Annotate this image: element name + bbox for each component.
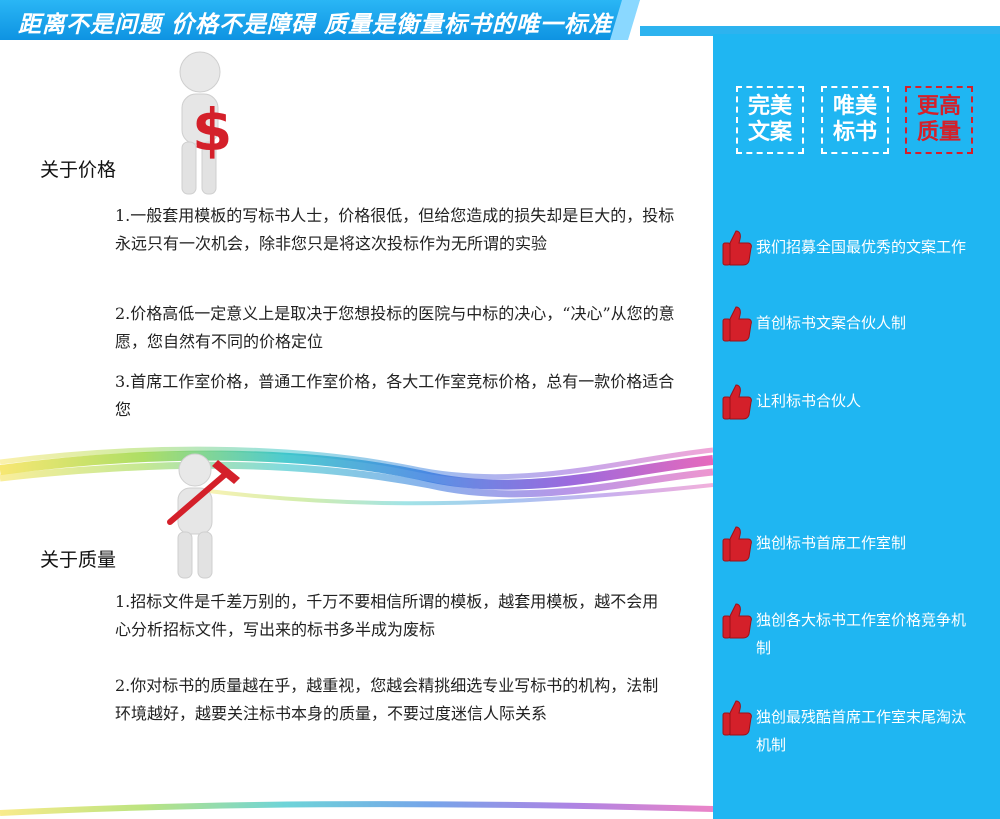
feature-text: 让利标书合伙人 <box>756 392 862 410</box>
price-section-title: 关于价格 <box>40 159 117 181</box>
feature-item: 独创各大标书工作室价格竞争机制 <box>722 603 968 662</box>
slogan-box-higher-quality: 更高质量 <box>905 86 973 154</box>
slogan-box-perfect-copy: 完美文案 <box>736 86 804 154</box>
feature-item: 我们招募全国最优秀的文案工作 <box>722 230 968 267</box>
quality-section-title: 关于质量 <box>40 549 117 571</box>
svg-text:$: $ <box>192 96 232 164</box>
price-item-3: 3.首席工作室价格，普通工作室价格，各大工作室竞标价格，总有一款价格适合您 <box>115 372 675 419</box>
feature-text: 独创最残酷首席工作室末尾淘汰机制 <box>756 708 967 754</box>
feature-text: 首创标书文案合伙人制 <box>756 314 907 332</box>
price-item-1: 1.一般套用模板的写标书人士，价格很低，但给您造成的损失却是巨大的，投标永远只有… <box>115 206 675 253</box>
thumbs-up-icon <box>722 230 752 266</box>
feature-item: 让利标书合伙人 <box>722 384 968 421</box>
feature-text: 独创标书首席工作室制 <box>756 534 907 552</box>
hammer-figure-icon <box>167 453 240 579</box>
banner-title: 距离不是问题 价格不是障碍 质量是衡量标书的唯一标准 <box>18 12 613 38</box>
price-item-2: 2.价格高低一定意义上是取决于您想投标的医院与中标的决心，“决心”从您的意愿，您… <box>115 304 675 351</box>
feature-item: 首创标书文案合伙人制 <box>722 306 968 343</box>
slogan-box-beautiful-bid: 唯美标书 <box>821 86 889 154</box>
dollar-figure-icon: $ <box>179 51 232 195</box>
rainbow-wave-bottom <box>0 801 713 816</box>
quality-item-2: 2.你对标书的质量越在乎，越重视，您越会精挑细选专业写标书的机构，法制环境越好，… <box>115 676 659 723</box>
feature-text: 独创各大标书工作室价格竞争机制 <box>756 611 967 657</box>
feature-item: 独创最残酷首席工作室末尾淘汰机制 <box>722 700 968 759</box>
quality-item-1: 1.招标文件是千差万别的，千万不要相信所谓的模板，越套用模板，越不会用心分析招标… <box>115 592 659 639</box>
feature-text: 我们招募全国最优秀的文案工作 <box>756 238 967 256</box>
thumbs-up-icon <box>722 700 752 736</box>
thumbs-up-icon <box>722 526 752 562</box>
rainbow-wave-decoration <box>0 446 713 506</box>
thumbs-up-icon <box>722 306 752 342</box>
thumbs-up-icon <box>722 384 752 420</box>
thumbs-up-icon <box>722 603 752 639</box>
feature-item: 独创标书首席工作室制 <box>722 526 968 563</box>
